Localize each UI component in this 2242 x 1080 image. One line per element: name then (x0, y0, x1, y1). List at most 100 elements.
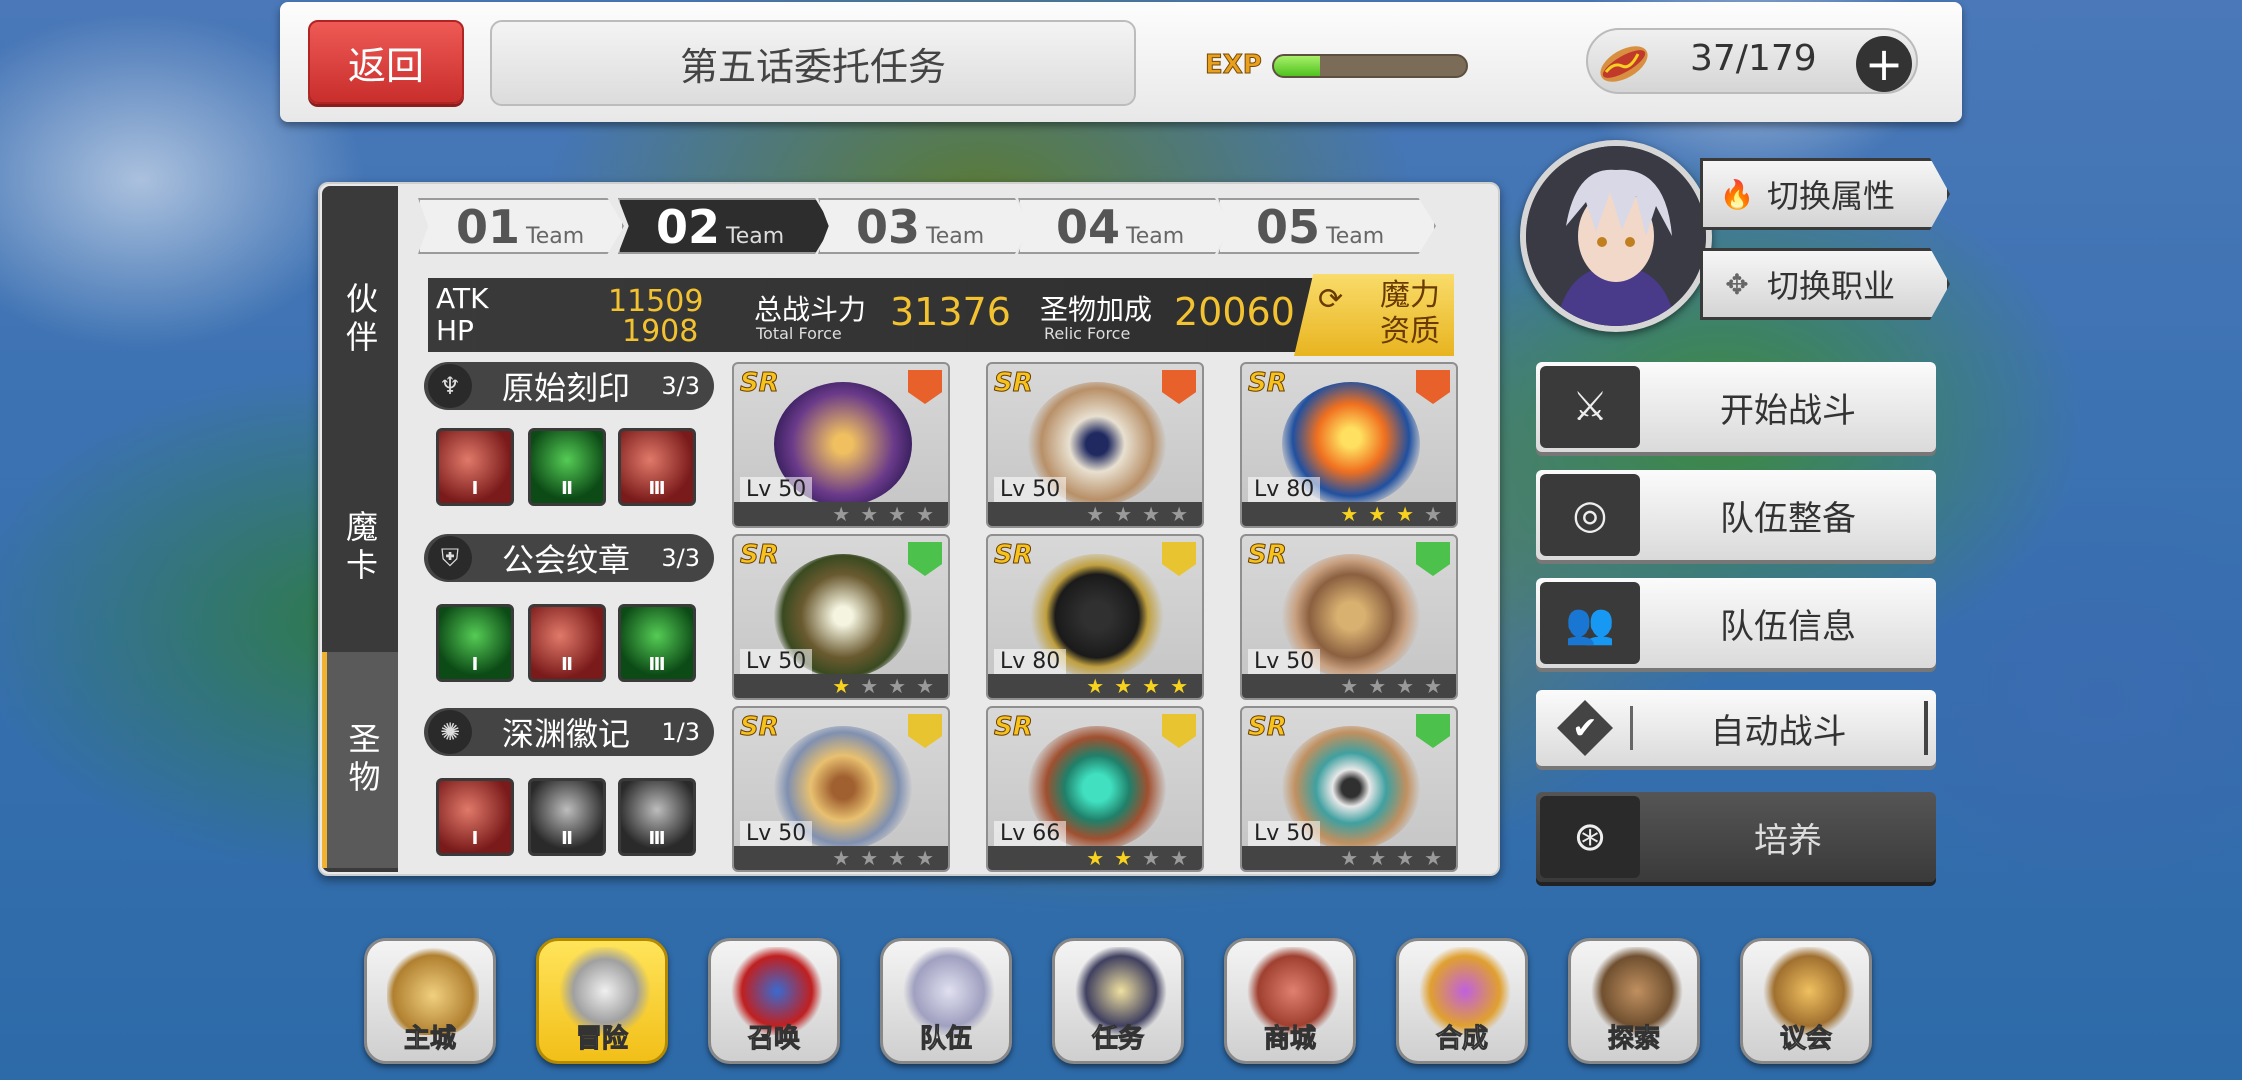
nav-button-6[interactable]: 商城 (1224, 938, 1356, 1064)
relic-card[interactable]: SR Lv 50 ★ ★ ★ ★ (732, 362, 950, 528)
relic-card[interactable]: SR Lv 50 ★ ★ ★ ★ (1240, 534, 1458, 700)
team-info-label: 队伍信息 (1720, 606, 1856, 647)
rarity-badge: SR (740, 368, 780, 399)
tab-team-02[interactable]: 02 Team (618, 198, 832, 254)
relic-card[interactable]: SR Lv 66 ★ ★ ★ ★ (986, 706, 1204, 872)
gem-numeral: Ⅰ (471, 828, 479, 849)
star-icon: ★ (1368, 674, 1387, 698)
star-icon: ★ (832, 846, 851, 870)
side-tab-relic[interactable]: 圣物 (322, 652, 398, 868)
star-icon: ★ (1396, 846, 1415, 870)
tab-team-05[interactable]: 05 Team (1218, 198, 1436, 254)
team-word: Team (1326, 224, 1385, 249)
nav-label: 队伍 (919, 1024, 972, 1055)
relic-set-header[interactable]: ⛨ 公会纹章 3/3 (424, 534, 714, 582)
star-icon: ★ (1340, 846, 1359, 870)
relic-gem-slot[interactable]: Ⅰ (436, 428, 514, 506)
star-icon: ★ (1396, 674, 1415, 698)
star-icon: ★ (1142, 674, 1161, 698)
star-icon: ★ (860, 674, 879, 698)
tab-team-03[interactable]: 03 Team (818, 198, 1032, 254)
team-prep-button[interactable]: ◎ 队伍整备 (1536, 470, 1936, 560)
triad-circle-icon: ⊛ (1540, 796, 1640, 878)
star-rating: ★ ★ ★ ★ (1242, 846, 1456, 870)
star-rating: ★ ★ ★ ★ (988, 674, 1202, 698)
switch-attribute-button[interactable]: 🔥 切换属性 (1700, 158, 1950, 230)
nav-button-3[interactable]: 召唤 (708, 938, 840, 1064)
relic-gem-slot[interactable]: Ⅲ (618, 604, 696, 682)
rarity-badge: SR (994, 540, 1034, 571)
relic-gem-slot[interactable]: Ⅰ (436, 604, 514, 682)
star-icon: ★ (1170, 502, 1188, 526)
star-icon: ★ (1396, 502, 1415, 526)
hero-portrait[interactable] (1520, 140, 1712, 332)
relic-set-header[interactable]: ♆ 原始刻印 3/3 (424, 362, 714, 410)
add-stamina-button[interactable]: + (1856, 36, 1912, 92)
total-force-sub: Total Force (756, 324, 842, 343)
star-rating: ★ ★ ★ ★ (734, 502, 948, 526)
relic-set-header[interactable]: ✺ 深渊徽记 1/3 (424, 708, 714, 756)
tab-team-04[interactable]: 04 Team (1018, 198, 1232, 254)
star-icon: ★ (916, 846, 934, 870)
team-word: Team (726, 224, 785, 249)
relic-gem-slot[interactable]: Ⅲ (618, 778, 696, 856)
relic-set-name: 深渊徽记 (502, 715, 631, 753)
side-tab-partner[interactable]: 伙伴 (322, 196, 398, 444)
nav-button-8[interactable]: 探索 (1568, 938, 1700, 1064)
relic-level: Lv 50 (740, 649, 813, 674)
start-battle-button[interactable]: ⚔ 开始战斗 (1536, 362, 1936, 452)
star-rating: ★ ★ ★ ★ (1242, 674, 1456, 698)
rarity-badge: SR (1248, 540, 1288, 571)
nav-button-7[interactable]: 合成 (1396, 938, 1528, 1064)
auto-battle-label: 自动战斗 (1710, 711, 1847, 752)
nav-button-9[interactable]: 议会 (1740, 938, 1872, 1064)
gem-numeral: Ⅰ (471, 478, 479, 499)
relic-gem-slot[interactable]: Ⅰ (436, 778, 514, 856)
switch-class-button[interactable]: ✥ 切换职业 (1700, 248, 1950, 320)
mana-aptitude-button[interactable]: ⟳ 魔力 资质 (1294, 274, 1454, 356)
relic-set-count: 1/3 (661, 718, 700, 746)
relic-card[interactable]: SR Lv 50 ★ ★ ★ ★ (986, 362, 1204, 528)
relic-gem-slot[interactable]: Ⅱ (528, 428, 606, 506)
switch-attribute-label: 切换属性 (1767, 177, 1896, 215)
nav-button-2[interactable]: 冒险 (536, 938, 668, 1064)
relic-gem-slot[interactable]: Ⅲ (618, 428, 696, 506)
back-button[interactable]: 返回 (308, 20, 464, 104)
gem-numeral: Ⅱ (561, 478, 573, 499)
relic-card[interactable]: SR Lv 50 ★ ★ ★ ★ (732, 534, 950, 700)
star-icon: ★ (1340, 674, 1359, 698)
cultivate-button[interactable]: ⊛ 培养 (1536, 792, 1936, 882)
nav-button-4[interactable]: 队伍 (880, 938, 1012, 1064)
auto-battle-toggle[interactable]: ✔ 自动战斗 (1536, 690, 1936, 766)
star-icon: ★ (832, 502, 851, 526)
nav-button-5[interactable]: 任务 (1052, 938, 1184, 1064)
star-icon: ★ (860, 846, 879, 870)
rarity-badge: SR (1248, 368, 1288, 399)
relic-gem-slot[interactable]: Ⅱ (528, 604, 606, 682)
relic-gem-slot[interactable]: Ⅱ (528, 778, 606, 856)
side-tab-magic-card[interactable]: 魔卡 (322, 444, 398, 652)
nav-label: 任务 (1091, 1024, 1144, 1055)
rarity-badge: SR (740, 712, 780, 743)
relic-card[interactable]: SR Lv 50 ★ ★ ★ ★ (732, 706, 950, 872)
star-rating: ★ ★ ★ ★ (988, 502, 1202, 526)
star-icon: ★ (1142, 846, 1161, 870)
relic-card[interactable]: SR Lv 50 ★ ★ ★ ★ (1240, 706, 1458, 872)
nav-label: 召唤 (747, 1024, 800, 1055)
team-number: 02 (656, 200, 721, 254)
refresh-icon: ⟳ (1318, 282, 1344, 317)
light-element-icon (1162, 542, 1196, 576)
nav-button-1[interactable]: 主城 (364, 938, 496, 1064)
wind-element-icon (908, 542, 942, 576)
relic-card[interactable]: SR Lv 80 ★ ★ ★ ★ (1240, 362, 1458, 528)
relic-card[interactable]: SR Lv 80 ★ ★ ★ ★ (986, 534, 1204, 700)
tab-team-01[interactable]: 01 Team (418, 198, 624, 254)
star-icon: ★ (1170, 674, 1188, 698)
team-info-button[interactable]: 👥 队伍信息 (1536, 578, 1936, 668)
mana-label-2: 资质 (1380, 314, 1440, 349)
star-icon: ★ (1368, 846, 1387, 870)
hp-value: 1908 (622, 314, 699, 349)
star-icon: ★ (1114, 674, 1133, 698)
team-prep-label: 队伍整备 (1720, 498, 1856, 539)
star-icon: ★ (1368, 502, 1387, 526)
